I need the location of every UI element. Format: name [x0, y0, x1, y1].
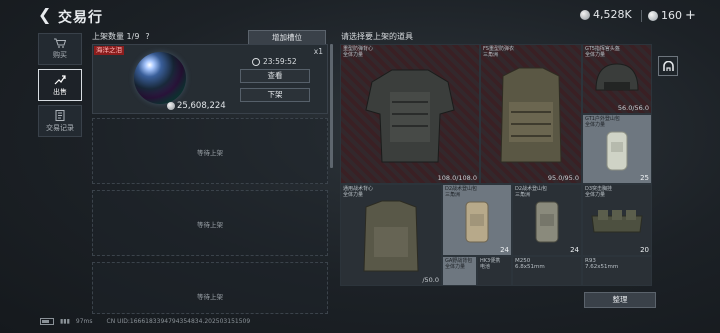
inventory-item[interactable]: M250 6.8x51mm — [512, 256, 582, 286]
item-name: 通用战术背心 全体力量 — [343, 186, 374, 198]
item-tag: 海洋之泪 — [94, 46, 124, 55]
listing-count: 上架数量 1/9? — [92, 31, 150, 42]
inventory-item[interactable]: FS重型防弹衣 三角洲 95.0/95.0 — [480, 44, 582, 184]
signal-icon: ▮▮▮ — [60, 318, 70, 325]
ping-value: 97ms — [75, 318, 93, 325]
delist-button[interactable]: 下架 — [240, 88, 310, 102]
nav-sell[interactable]: 出售 — [38, 69, 82, 101]
listing-scrollbar[interactable] — [330, 44, 333, 168]
helmet-icon — [595, 63, 639, 91]
item-quantity: x1 — [313, 47, 323, 56]
inventory-item[interactable]: R93 7.62x51mm — [582, 256, 652, 286]
uid-text: CN UID:1666183394794354834.202503151509 — [106, 318, 251, 325]
tactical-vest-icon — [363, 200, 419, 272]
battery-icon — [40, 318, 54, 325]
item-name: GA野战背包 全体力量 — [445, 258, 473, 270]
view-button[interactable]: 查看 — [240, 69, 310, 83]
silver-amount: 4,528K — [593, 8, 632, 21]
listing-price: 25,608,224 — [167, 101, 226, 111]
add-currency-button[interactable]: + — [685, 8, 696, 23]
ocean-tear-orb-icon — [134, 52, 186, 104]
item-durability: 95.0/95.0 — [547, 174, 579, 182]
gold-coin-icon — [648, 10, 658, 21]
inventory-item[interactable]: HK3便携 电池 — [477, 256, 512, 286]
item-count: 25 — [640, 174, 649, 182]
listing-count-label: 上架数量 1/9 — [92, 32, 140, 41]
chest-rig-icon — [591, 210, 643, 233]
item-name: D2战术登山包 三角洲 — [445, 186, 478, 198]
listing-timer-value: 23:59:52 — [263, 57, 297, 66]
silver-coin-icon — [580, 9, 590, 20]
item-count: 24 — [500, 246, 509, 254]
item-name: M250 6.8x51mm — [515, 258, 545, 270]
nav-records[interactable]: 交易记录 — [38, 105, 82, 137]
heavy-armor-icon — [365, 69, 455, 163]
inventory-item[interactable]: D2战术登山包 三角洲 24 — [512, 184, 582, 256]
empty-slot: 等待上架 — [92, 190, 328, 256]
inventory-grid: 重型防弹背心 全体力量 108.0/108.0 FS重型防弹衣 三角洲 95.0… — [340, 44, 652, 286]
gold-currency: 160 + — [648, 8, 696, 23]
item-name: HK3便携 电池 — [480, 258, 501, 270]
side-toggle-button[interactable] — [658, 56, 678, 76]
item-name: GT5指挥官头盔 全体力量 — [585, 46, 620, 58]
item-name: GT1户外登山包 全体力量 — [585, 116, 620, 128]
empty-slot-label: 等待上架 — [197, 221, 223, 229]
clock-icon — [252, 57, 260, 66]
item-durability: 56.0/56.0 — [617, 104, 649, 112]
item-durability: /50.0 — [422, 276, 439, 284]
item-count: 24 — [570, 246, 579, 254]
gold-amount: 160 — [661, 9, 682, 22]
item-name: 重型防弹背心 全体力量 — [343, 46, 374, 58]
item-durability: 108.0/108.0 — [437, 174, 477, 182]
listing-timer: 23:59:52 — [252, 57, 297, 66]
empty-slot-label: 等待上架 — [197, 149, 223, 157]
side-nav: 购买 出售 交易记录 — [38, 33, 82, 141]
backpack-icon — [535, 201, 559, 243]
record-icon — [55, 109, 65, 121]
arch-icon — [662, 60, 674, 71]
backpack-icon — [606, 131, 628, 171]
page-title: 交易行 — [58, 10, 103, 26]
item-count: 20 — [640, 246, 649, 254]
back-button[interactable]: ❮ — [38, 5, 51, 24]
inventory-item[interactable]: 重型防弹背心 全体力量 108.0/108.0 — [340, 44, 480, 184]
inventory-item[interactable]: D3突击胸挂 全体力量 20 — [582, 184, 652, 256]
camo-vest-icon — [500, 67, 562, 163]
empty-slot: 等待上架 — [92, 118, 328, 184]
empty-slot: 等待上架 — [92, 262, 328, 314]
sell-icon — [54, 74, 66, 84]
cart-icon — [54, 38, 66, 48]
listing-price-value: 25,608,224 — [177, 101, 226, 111]
nav-buy[interactable]: 购买 — [38, 33, 82, 65]
item-name: D3突击胸挂 全体力量 — [585, 186, 613, 198]
help-icon[interactable]: ? — [145, 32, 149, 41]
inventory-item[interactable]: GT5指挥官头盔 全体力量 56.0/56.0 — [582, 44, 652, 114]
item-name: R93 7.62x51mm — [585, 258, 619, 270]
nav-sell-label: 出售 — [53, 87, 67, 96]
silver-currency: 4,528K — [580, 8, 632, 21]
add-slot-button[interactable]: 增加槽位 — [248, 30, 326, 45]
top-bar: ❮ 交易行 4,528K 160 + — [0, 0, 720, 30]
coin-icon — [167, 102, 175, 110]
inventory-item[interactable]: GA野战背包 全体力量 — [442, 256, 477, 286]
item-name: FS重型防弹衣 三角洲 — [483, 46, 514, 58]
nav-records-label: 交易记录 — [46, 123, 74, 132]
item-name: D2战术登山包 三角洲 — [515, 186, 548, 198]
inventory-item[interactable]: GT1户外登山包 全体力量 25 — [582, 114, 652, 184]
sort-button[interactable]: 整理 — [584, 292, 656, 308]
status-footer: ▮▮▮ 97ms CN UID:1666183394794354834.2025… — [40, 318, 250, 325]
inventory-item[interactable]: 通用战术背心 全体力量 /50.0 — [340, 184, 442, 286]
inventory-item[interactable]: D2战术登山包 三角洲 24 — [442, 184, 512, 256]
inventory-header: 请选择要上架的道具 — [341, 32, 413, 41]
divider — [641, 10, 642, 22]
backpack-icon — [465, 201, 489, 243]
nav-buy-label: 购买 — [53, 51, 67, 59]
empty-slot-label: 等待上架 — [197, 293, 223, 301]
